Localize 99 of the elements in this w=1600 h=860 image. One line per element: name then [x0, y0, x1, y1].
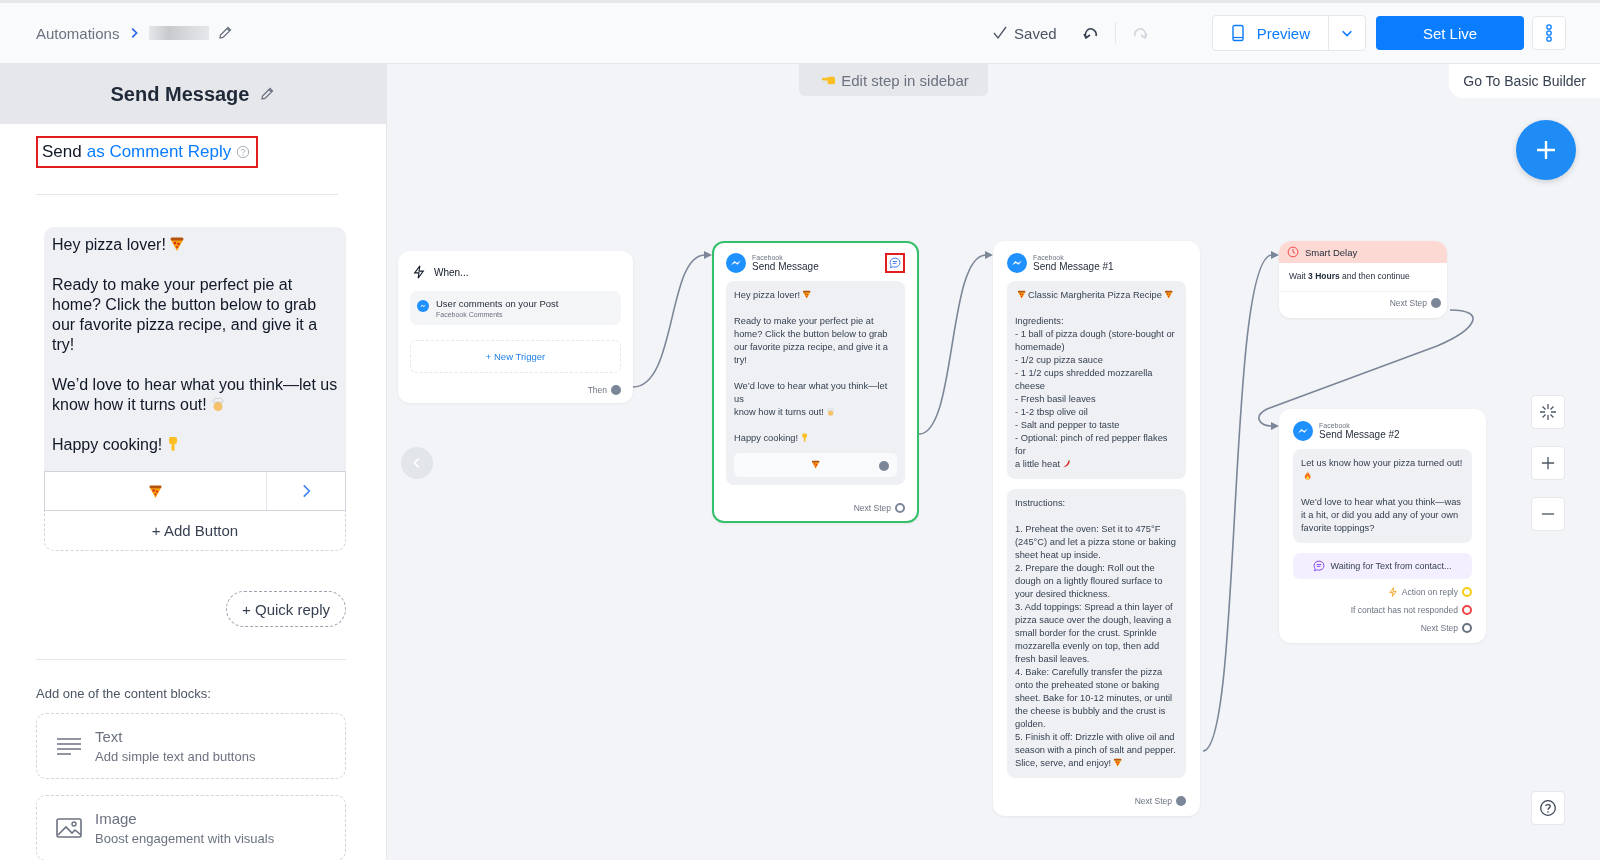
message-text: Slice, serve, and enjoy! [1015, 758, 1112, 768]
messenger-icon [417, 300, 429, 312]
plus-icon [1541, 456, 1555, 470]
more-button[interactable] [1532, 16, 1566, 50]
port-label: Next Step [1389, 298, 1427, 308]
node-title: When... [434, 266, 469, 278]
basic-builder-button[interactable]: Go To Basic Builder [1449, 64, 1600, 98]
port-label: Action on reply [1401, 587, 1458, 597]
pizza-icon [1163, 290, 1173, 300]
waiting-text: Waiting for Text from contact... [1330, 561, 1452, 571]
port-label: Next Step [1134, 796, 1172, 806]
sidebar-title: Send Message [110, 82, 250, 106]
port-dot[interactable] [1176, 796, 1186, 806]
pizza-icon [810, 460, 821, 470]
add-button[interactable]: + Add Button [44, 511, 346, 551]
pencil-icon[interactable] [217, 25, 234, 41]
pencil-icon[interactable] [259, 86, 276, 102]
port-dot[interactable] [1431, 298, 1441, 308]
pizza-icon [169, 236, 185, 253]
message-bubble[interactable]: Let us know how your pizza turned out! We’d love to hear what you think—was it a hit, or did you add any of your own favorite toppings? [1293, 449, 1472, 543]
chat-bubble-icon [1313, 560, 1326, 572]
help-icon[interactable] [236, 145, 251, 159]
add-step-button[interactable] [1516, 120, 1576, 180]
hint-text: Edit step in sidebar [841, 71, 969, 89]
port-label: Next Step [853, 503, 891, 513]
message-node[interactable] [712, 241, 919, 523]
messenger-icon [1293, 421, 1313, 441]
pointing-hand-icon [799, 433, 810, 443]
message-text: Happy cooking! [734, 433, 799, 443]
block-description: Add simple text and buttons [95, 749, 256, 764]
port-label: If contact has not responded [1350, 605, 1458, 615]
node-title: Smart Delay [1305, 246, 1358, 258]
pizza-icon [1016, 290, 1027, 300]
message-text: Hey pizza lover! [734, 290, 801, 300]
node-title: Send Message [752, 261, 820, 272]
message-text: We’d love to hear what you think—was it a hit, or did you add any of your own favorite toppings? [1301, 497, 1462, 533]
quick-reply-button[interactable]: + Quick reply [226, 591, 346, 627]
delay-node[interactable]: Smart Delay Wait 3 Hours and then continue Next Step [1279, 241, 1447, 318]
message-text: 1. Preheat the oven: Set it to 475°F (245°C) and let a pizza stone or baking sheet heat up inside. 2. Prepare the dough: Roll out the dough on a lightly floured surface to your desired thickness. 3. Add toppings: Spread a thin layer of pizza sauce over the dough, leaving a small border for the crust. Sprinkle mozzarella evenly on top, then add fresh basil leaves. 4. Bake: Carefully transfer the pizza onto the preheated stone or baking sheet. Bake for 10-12 minutes, or until the cheese is bubbly and the crust is golden. 5. Finish it off: Drizzle with olive oil and season with a pinch of salt and pepper. [1015, 524, 1176, 755]
message-node[interactable] [1279, 409, 1486, 643]
sparkle-icon [1539, 403, 1557, 421]
send-label: Send [42, 142, 82, 162]
pizza-icon [802, 290, 812, 300]
send-mode-link[interactable]: as Comment Reply [86, 142, 232, 162]
message-text: Let us know how your pizza turned out! [1301, 458, 1463, 468]
message-text: Happy cooking! [52, 436, 163, 453]
message-text: Ready to make your perfect pie at home? Click the button below to grab our favorite pizza recipe, and give it a try! [52, 276, 318, 353]
port-dot[interactable] [879, 461, 889, 471]
saved-status: Saved [1014, 24, 1057, 42]
node-title: Send Message #2 [1319, 429, 1401, 440]
pizza-icon [148, 483, 163, 499]
port-dot[interactable] [1462, 605, 1472, 615]
message-text: Instructions: [1015, 498, 1066, 508]
message-text: a little heat [1015, 459, 1060, 469]
message-text: Ready to make your perfect pie at home? Click the button below to grab our favorite pizza recipe, and give it a try! [734, 316, 888, 365]
redacted-name [149, 26, 210, 40]
port-label: Next Step [1420, 623, 1458, 633]
lightning-icon [412, 265, 426, 279]
plus-icon [1534, 138, 1558, 162]
message-text: know how it turns out! [52, 396, 207, 413]
zoom-in-button[interactable] [1531, 446, 1565, 480]
message-text: Classic Margherita Pizza Recipe [1028, 290, 1162, 300]
help-button[interactable] [1531, 791, 1565, 825]
new-trigger-button[interactable]: + New Trigger [410, 340, 621, 373]
message-text: know how it turns out! [734, 407, 824, 417]
lightning-icon [1387, 587, 1398, 597]
block-description: Boost engagement with visuals [95, 831, 275, 846]
event-text: User comments on your Post [436, 298, 559, 309]
pizza-icon [1113, 758, 1123, 768]
port-dot[interactable] [895, 503, 905, 513]
node-title: Send Message #1 [1033, 261, 1115, 272]
magic-button[interactable] [1531, 395, 1565, 429]
message-text: Hey pizza lover! [52, 236, 166, 253]
message-node[interactable] [993, 241, 1200, 816]
check-icon [992, 25, 1009, 41]
more-icon [1545, 23, 1553, 43]
port-label: Then [587, 385, 607, 395]
set-live-button[interactable]: Set Live [1376, 16, 1524, 50]
delay-text: Wait 3 Hours and then continue [1279, 263, 1437, 292]
messenger-icon [1007, 253, 1027, 273]
zoom-out-button[interactable] [1531, 497, 1565, 531]
message-text: We’d love to hear what you think—let us [52, 376, 338, 393]
block-title: Image [95, 810, 138, 827]
messenger-icon [726, 253, 746, 273]
section-label: Add one of the content blocks: [36, 686, 212, 701]
chef-hat-icon [825, 407, 836, 417]
help-icon [1539, 799, 1557, 817]
chef-hat-icon [209, 396, 226, 413]
content-block-card[interactable]: Text Add simple text and buttons [36, 713, 346, 779]
message-button[interactable] [734, 453, 897, 477]
image-icon [55, 816, 83, 840]
message-bubble[interactable] [44, 227, 346, 471]
chili-icon [1061, 459, 1072, 469]
port-dot[interactable] [611, 385, 621, 395]
port-dot[interactable] [1462, 623, 1472, 633]
breadcrumb-link[interactable]: Automations [36, 24, 120, 42]
flame-icon [1302, 471, 1313, 481]
clock-icon [1287, 246, 1299, 258]
block-title: Text [95, 728, 124, 745]
